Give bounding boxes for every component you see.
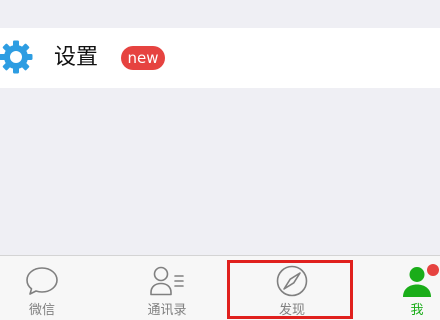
new-badge: new: [121, 46, 165, 70]
tab-bar: 微信 通讯录 发现 我: [0, 255, 440, 320]
tab-label-discover: 发现: [278, 303, 305, 318]
settings-row[interactable]: 设置 new: [0, 28, 440, 88]
tab-chats[interactable]: 微信: [0, 256, 84, 320]
contacts-icon: [150, 266, 184, 296]
tab-me[interactable]: 我: [394, 256, 440, 320]
tab-label-chats: 微信: [28, 303, 55, 318]
settings-label: 设置: [54, 45, 99, 70]
tab-label-me: 我: [410, 303, 424, 318]
compass-icon: [276, 265, 308, 297]
tab-label-contacts: 通讯录: [147, 303, 187, 318]
chat-bubble-icon: [26, 267, 58, 295]
notification-dot: [427, 264, 439, 276]
gear-icon: [0, 40, 33, 74]
tab-contacts[interactable]: 通讯录: [125, 256, 209, 320]
tab-discover[interactable]: 发现: [250, 256, 334, 320]
